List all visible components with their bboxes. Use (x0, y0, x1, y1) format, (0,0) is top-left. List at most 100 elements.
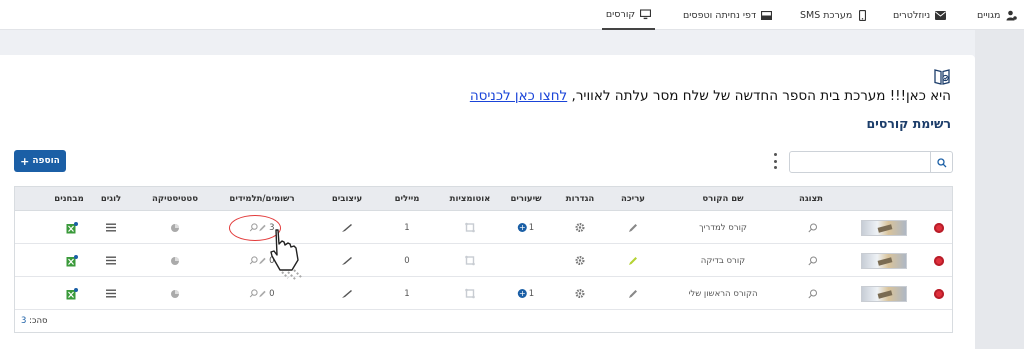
automations-button[interactable] (465, 244, 476, 277)
add-lesson-icon[interactable]: + (517, 223, 527, 232)
settings-button[interactable] (575, 211, 586, 244)
tests-button[interactable] (66, 211, 78, 244)
announcement-text: היא כאן!!! מערכת בית הספר החדשה של שלח מ… (470, 88, 951, 104)
user-cog-icon (1006, 10, 1017, 21)
preview-button[interactable] (808, 244, 818, 277)
column-header-stats: סטטיסטיקה (152, 194, 198, 204)
registered-count: 0 (269, 288, 275, 299)
spreadsheet-add-icon (66, 287, 78, 299)
edit-button[interactable] (628, 277, 638, 310)
nav-item-courses[interactable]: קורסים (602, 0, 655, 30)
monitor-icon (640, 8, 652, 20)
pie-chart-icon (171, 223, 179, 232)
column-header-name: שם הקורס (702, 194, 744, 204)
table-header: תצוגה שם הקורס עריכה הגדרות שיעורים אוטו… (15, 187, 952, 211)
courses-table: תצוגה שם הקורס עריכה הגדרות שיעורים אוטו… (14, 186, 953, 333)
add-lesson-icon[interactable]: + (517, 289, 527, 298)
nav-item-landing-pages[interactable]: דפי נחיתה וטפסים (683, 0, 773, 30)
delete-button[interactable] (934, 277, 944, 310)
automation-icon (465, 255, 475, 266)
logs-button[interactable] (106, 277, 116, 310)
column-header-automations: אוטומציות (449, 194, 491, 204)
announcement-message: היא כאן!!! מערכת בית הספר החדשה של שלח מ… (567, 88, 951, 104)
magnifier-icon (808, 289, 817, 298)
emails-count[interactable]: 1 (404, 277, 409, 310)
course-thumbnail (861, 211, 907, 244)
course-name[interactable]: קורס בדיקה (701, 244, 745, 277)
design-button[interactable] (341, 211, 353, 244)
course-name[interactable]: קורס למדריך (699, 211, 747, 244)
book-icon (933, 68, 951, 86)
list-icon (106, 223, 116, 232)
envelope-icon (935, 10, 947, 21)
nav-item-subscribers[interactable]: מגויים (977, 0, 1017, 30)
add-course-button[interactable]: הוספה + (14, 150, 66, 172)
magnifier-icon (808, 256, 817, 265)
automation-icon (465, 288, 475, 299)
total-value: 3 (21, 316, 27, 326)
right-sidebar-strip (975, 30, 1024, 349)
nav-item-label: דפי נחיתה וטפסים (683, 9, 757, 21)
gear-icon (575, 288, 585, 299)
table-row: קורס בדיקה 0 0 (15, 244, 952, 277)
edit-button[interactable] (628, 211, 638, 244)
nav-item-newsletters[interactable]: ניוזלטרים (893, 0, 947, 30)
column-header-logs: לוגים (100, 194, 122, 204)
brush-icon (342, 223, 352, 232)
column-header-lessons: שיעורים (510, 194, 542, 204)
add-button-label: הוספה (32, 156, 60, 166)
more-options-icon[interactable] (771, 153, 779, 169)
logs-button[interactable] (106, 211, 116, 244)
gear-icon (575, 255, 585, 266)
pencil-icon (629, 256, 637, 265)
preview-button[interactable] (808, 211, 818, 244)
table-footer: סהכ: 3 (15, 310, 952, 332)
column-header-registered: רשומים/תלמידים (229, 194, 295, 204)
gear-icon (575, 222, 585, 233)
course-name[interactable]: הקורס הראשון שלי (688, 277, 757, 310)
emails-count[interactable]: 1 (404, 211, 409, 244)
settings-button[interactable] (575, 244, 586, 277)
automations-button[interactable] (465, 211, 476, 244)
logs-button[interactable] (106, 244, 116, 277)
nav-item-label: מערכת SMS (800, 9, 853, 21)
list-icon (106, 256, 116, 265)
course-thumbnail (861, 244, 907, 277)
pencil-icon (259, 290, 266, 297)
preview-button[interactable] (808, 277, 818, 310)
automation-icon (465, 222, 475, 233)
design-button[interactable] (341, 277, 353, 310)
automations-button[interactable] (465, 277, 476, 310)
magnifier-icon (249, 256, 258, 265)
pencil-icon (629, 289, 637, 298)
edit-button[interactable] (628, 244, 638, 277)
course-thumbnail (861, 277, 907, 310)
pie-chart-icon (171, 256, 179, 265)
tests-button[interactable] (66, 277, 78, 310)
column-header-preview: תצוגה (799, 194, 823, 204)
stats-button[interactable] (170, 211, 180, 244)
lessons-cell[interactable]: 1 + (517, 211, 534, 244)
stats-button[interactable] (170, 244, 180, 277)
login-link[interactable]: לחצו כאן לכניסה (470, 88, 567, 104)
design-button[interactable] (341, 244, 353, 277)
search-icon (936, 153, 947, 172)
search-input[interactable] (790, 152, 930, 172)
stats-button[interactable] (170, 277, 180, 310)
nav-item-sms[interactable]: מערכת SMS (800, 0, 868, 30)
lessons-count: 1 (528, 288, 535, 299)
delete-button[interactable] (934, 211, 944, 244)
list-icon (106, 289, 116, 298)
window-icon (761, 10, 773, 21)
settings-button[interactable] (575, 277, 586, 310)
column-header-tests: מבחנים (54, 194, 84, 204)
emails-count[interactable]: 0 (404, 244, 409, 277)
nav-item-label: קורסים (605, 8, 636, 20)
delete-button[interactable] (934, 244, 944, 277)
column-header-emails: מיילים (394, 194, 420, 204)
tests-button[interactable] (66, 244, 78, 277)
hand-cursor-icon (270, 229, 303, 281)
column-header-settings: הגדרות (565, 194, 595, 204)
search-button[interactable] (930, 152, 952, 172)
lessons-cell[interactable]: 1 + (517, 277, 535, 310)
